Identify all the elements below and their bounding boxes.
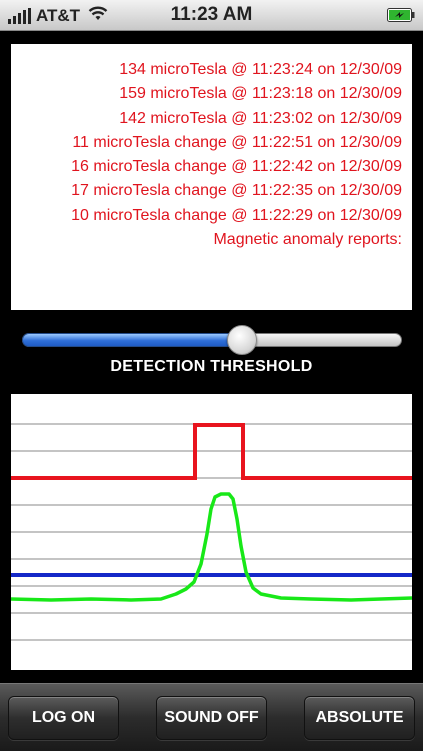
report-line: 17 microTesla change @ 11:22:35 on 12/30… [71, 182, 402, 200]
sound-off-button[interactable]: SOUND OFF [156, 696, 267, 740]
signal-trace [11, 492, 412, 602]
report-line: 142 microTesla @ 11:23:02 on 12/30/09 [119, 109, 402, 127]
log-on-button[interactable]: LOG ON [8, 696, 119, 740]
report-line: 134 microTesla @ 11:23:24 on 12/30/09 [119, 61, 402, 78]
slider-thumb[interactable] [227, 325, 257, 355]
magnetometer-graph [11, 394, 412, 670]
threshold-label: DETECTION THRESHOLD [110, 358, 313, 375]
report-header: Magnetic anomaly reports: [213, 231, 402, 249]
detection-threshold-slider[interactable] [22, 325, 402, 355]
anomaly-report-panel: 134 microTesla @ 11:23:24 on 12/30/09 15… [11, 44, 412, 310]
report-list: 134 microTesla @ 11:23:24 on 12/30/09 15… [71, 58, 402, 252]
absolute-mode-button[interactable]: ABSOLUTE [304, 696, 415, 740]
graph-grid [11, 423, 412, 641]
bottom-toolbar: LOG ON SOUND OFF ABSOLUTE [0, 683, 423, 751]
report-line: 10 microTesla change @ 11:22:29 on 12/30… [71, 206, 402, 224]
report-line: 11 microTesla change @ 11:22:51 on 12/30… [72, 133, 402, 151]
report-line: 16 microTesla change @ 11:22:42 on 12/30… [71, 158, 402, 176]
battery-charging-icon [387, 8, 415, 22]
slider-fill [22, 333, 242, 347]
report-line: 159 microTesla @ 11:23:18 on 12/30/09 [119, 85, 402, 103]
status-time: 11:23 AM [170, 4, 253, 25]
status-bar: AT&T 11:23 AM [0, 0, 423, 31]
graph-canvas [11, 423, 412, 641]
